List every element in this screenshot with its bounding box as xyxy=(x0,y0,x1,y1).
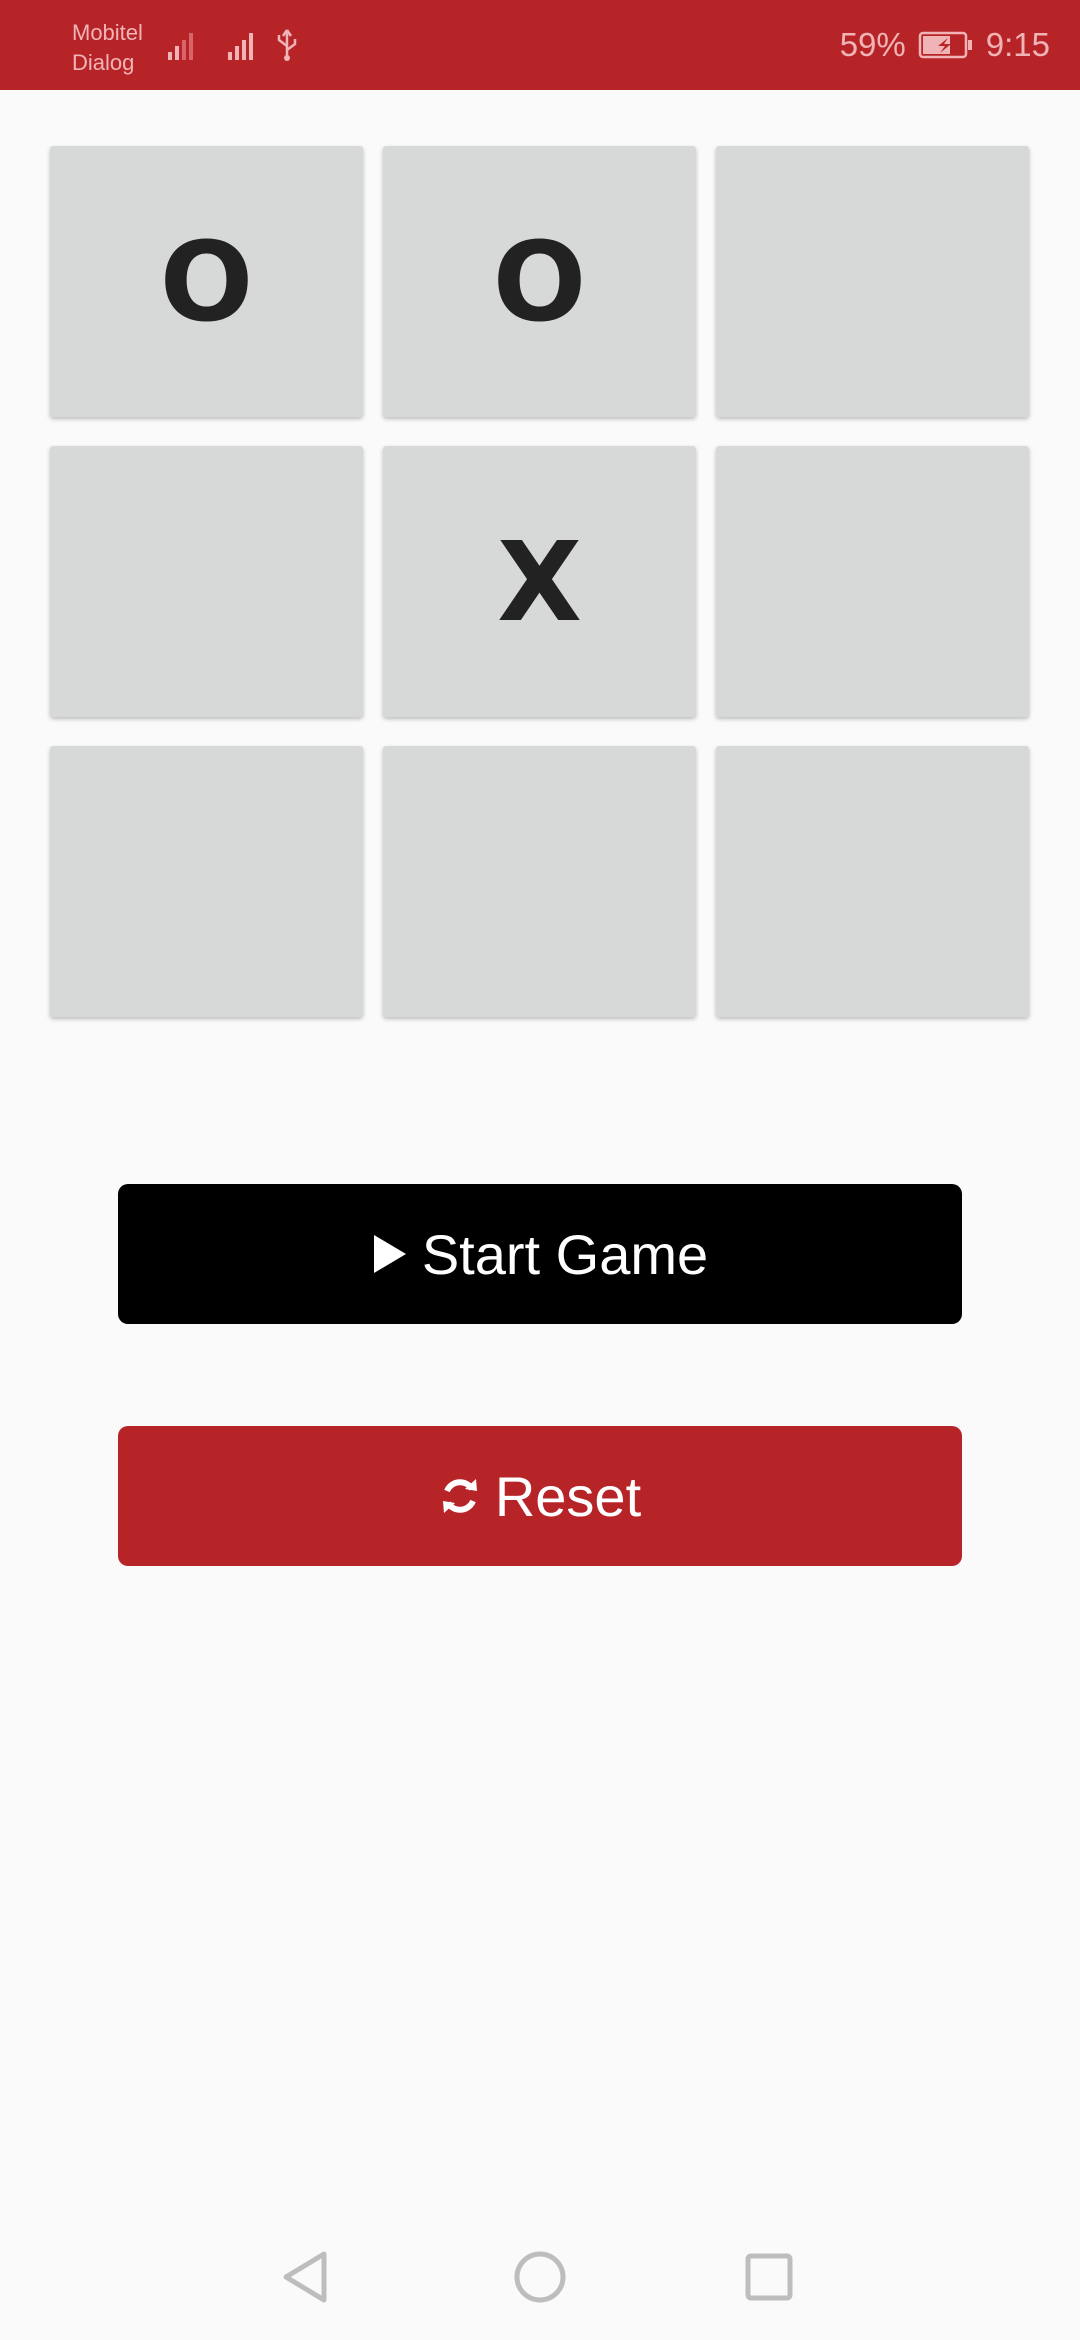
refresh-icon xyxy=(442,1479,477,1513)
battery-percent: 59% xyxy=(839,26,906,63)
start-game-label: Start Game xyxy=(421,1222,709,1286)
signal-icon xyxy=(228,33,253,60)
start-game-button[interactable]: Start Game xyxy=(118,1184,962,1324)
board-cell[interactable] xyxy=(716,446,1029,717)
board-cell[interactable]: O xyxy=(50,146,363,417)
home-icon[interactable] xyxy=(505,2242,575,2312)
status-right: 59% 9:15 xyxy=(840,0,1050,90)
battery-charging-icon xyxy=(918,31,972,59)
signal-icon xyxy=(168,33,193,60)
board-cell[interactable] xyxy=(50,446,363,717)
game-board: O O X xyxy=(50,146,1030,1017)
status-bar: Mobitel Dialog 59% 9:15 xyxy=(0,0,1080,90)
carrier-2: Dialog xyxy=(72,50,135,75)
board-cell[interactable]: X xyxy=(383,446,696,717)
board-cell[interactable] xyxy=(716,746,1029,1017)
play-icon xyxy=(373,1235,406,1273)
board-cell[interactable] xyxy=(383,746,696,1017)
reset-button[interactable]: Reset xyxy=(118,1426,962,1566)
board-cell[interactable] xyxy=(716,146,1029,417)
carrier-names: Mobitel Dialog xyxy=(72,18,143,78)
usb-icon xyxy=(277,29,297,61)
reset-label: Reset xyxy=(494,1464,642,1528)
board-cell[interactable] xyxy=(50,746,363,1017)
clock: 9:15 xyxy=(985,26,1050,63)
back-icon[interactable] xyxy=(274,2242,344,2312)
recents-icon[interactable] xyxy=(734,2242,804,2312)
navigation-bar xyxy=(0,2212,1080,2340)
board-cell[interactable]: O xyxy=(383,146,696,417)
carrier-1: Mobitel xyxy=(72,20,143,45)
